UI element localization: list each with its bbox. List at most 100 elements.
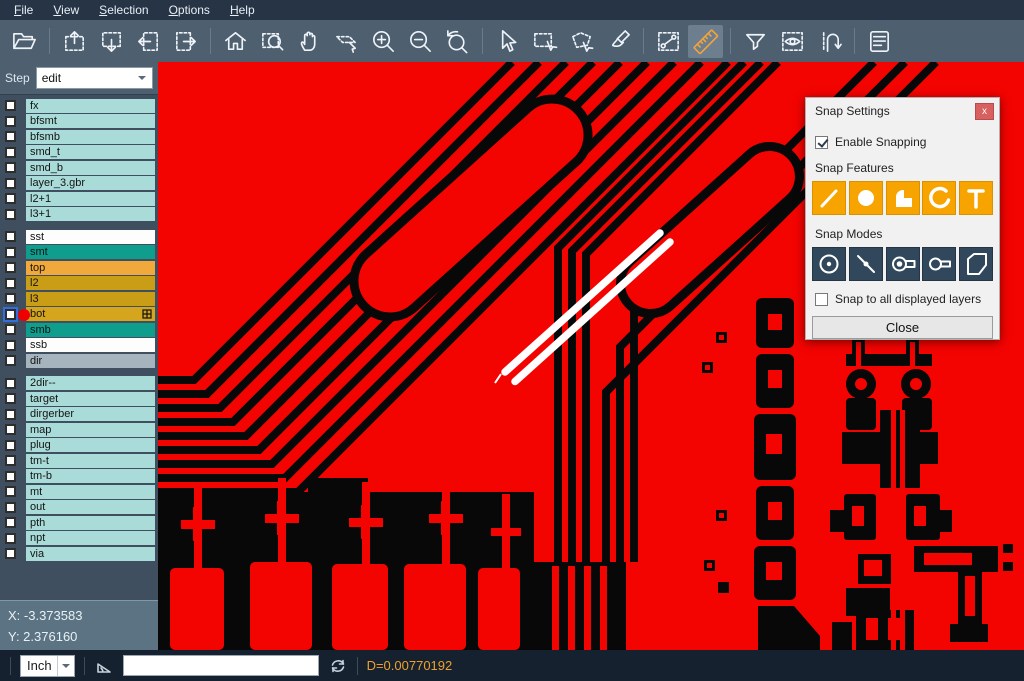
enable-snapping-checkbox[interactable]: [815, 136, 828, 149]
zoom-area-button[interactable]: [255, 25, 290, 58]
all-layers-checkbox[interactable]: [815, 293, 828, 306]
layer-row-bot[interactable]: bot: [0, 307, 158, 323]
layer-row-smd_b[interactable]: smd_b: [0, 160, 158, 176]
clean-brush-button[interactable]: [601, 25, 636, 58]
layer-name[interactable]: plug: [26, 438, 155, 452]
layer-name[interactable]: smd_t: [26, 145, 155, 159]
layer-visibility-checkbox[interactable]: [5, 517, 16, 528]
layer-name[interactable]: npt: [26, 531, 155, 545]
layer-name[interactable]: via: [26, 547, 155, 561]
menu-view[interactable]: View: [43, 1, 89, 19]
layer-row-l2[interactable]: l2: [0, 276, 158, 292]
snap-feature-text-button[interactable]: [959, 181, 993, 215]
layer-visibility-checkbox[interactable]: [5, 455, 16, 466]
step-select[interactable]: edit: [36, 67, 153, 89]
layer-name[interactable]: bot: [26, 307, 155, 321]
layer-visibility-checkbox[interactable]: [5, 533, 16, 544]
layer-row-smd_t[interactable]: smd_t: [0, 145, 158, 161]
layer-row-bfsmt[interactable]: bfsmt: [0, 114, 158, 130]
home-button[interactable]: [218, 25, 253, 58]
layer-visibility-checkbox[interactable]: [5, 393, 16, 404]
menu-selection[interactable]: Selection: [89, 1, 158, 19]
select-arrow-button[interactable]: [490, 25, 525, 58]
layer-row-out[interactable]: out: [0, 500, 158, 516]
layer-visibility-checkbox[interactable]: [5, 440, 16, 451]
layer-row-smt[interactable]: smt: [0, 245, 158, 261]
snap-mode-key-outline-button[interactable]: [922, 247, 956, 281]
layer-name[interactable]: layer_3.gbr: [26, 176, 155, 190]
layer-row-tm-t[interactable]: tm-t: [0, 453, 158, 469]
layer-row-top[interactable]: top: [0, 260, 158, 276]
layer-row-l3[interactable]: l3: [0, 291, 158, 307]
layer-visibility-checkbox[interactable]: [5, 116, 16, 127]
layer-visibility-checkbox[interactable]: [5, 309, 16, 320]
layer-name[interactable]: map: [26, 423, 155, 437]
snap-mode-vertex-button[interactable]: [959, 247, 993, 281]
pan-up-button[interactable]: [57, 25, 92, 58]
layer-row-target[interactable]: target: [0, 391, 158, 407]
layer-visibility-checkbox[interactable]: [5, 340, 16, 351]
layer-row-plug[interactable]: plug: [0, 438, 158, 454]
snap-feature-arc-button[interactable]: [922, 181, 956, 215]
menu-options[interactable]: Options: [159, 1, 220, 19]
layer-visibility-checkbox[interactable]: [5, 209, 16, 220]
snap-mode-midpoint-button[interactable]: [849, 247, 883, 281]
layer-name[interactable]: mt: [26, 485, 155, 499]
layer-visibility-checkbox[interactable]: [5, 293, 16, 304]
layer-row-tm-b[interactable]: tm-b: [0, 469, 158, 485]
layer-visibility-checkbox[interactable]: [5, 147, 16, 158]
layer-name[interactable]: bfsmt: [26, 114, 155, 128]
select-rect-button[interactable]: [527, 25, 562, 58]
pan-hand-button[interactable]: [292, 25, 327, 58]
layer-visibility-checkbox[interactable]: [5, 324, 16, 335]
layer-name[interactable]: l3+1: [26, 207, 155, 221]
layer-name[interactable]: tm-b: [26, 469, 155, 483]
layer-row-pth[interactable]: pth: [0, 515, 158, 531]
layer-name[interactable]: ssb: [26, 338, 155, 352]
select-polygon-button[interactable]: [564, 25, 599, 58]
ruler-button[interactable]: [688, 25, 723, 58]
layer-row-via[interactable]: via: [0, 546, 158, 562]
measure-input[interactable]: [123, 655, 319, 676]
layer-row-dir[interactable]: dir: [0, 353, 158, 369]
pan-right-button[interactable]: [168, 25, 203, 58]
layer-name[interactable]: pth: [26, 516, 155, 530]
layer-visibility-checkbox[interactable]: [5, 409, 16, 420]
layer-row-npt[interactable]: npt: [0, 531, 158, 547]
layer-name[interactable]: smt: [26, 245, 155, 259]
layer-visibility-checkbox[interactable]: [5, 131, 16, 142]
unit-select[interactable]: Inch: [20, 655, 75, 677]
snap-feature-line-button[interactable]: [812, 181, 846, 215]
layer-name[interactable]: sst: [26, 230, 155, 244]
measure-line-button[interactable]: [651, 25, 686, 58]
path-profile-button[interactable]: [812, 25, 847, 58]
layer-row-2dir--[interactable]: 2dir--: [0, 376, 158, 392]
layer-visibility-checkbox[interactable]: [5, 262, 16, 273]
snap-mode-key-filled-button[interactable]: [886, 247, 920, 281]
pan-down-button[interactable]: [94, 25, 129, 58]
layer-name[interactable]: target: [26, 392, 155, 406]
layer-name[interactable]: top: [26, 261, 155, 275]
layer-visibility-checkbox[interactable]: [5, 162, 16, 173]
menu-file[interactable]: File: [4, 1, 43, 19]
layer-row-sst[interactable]: sst: [0, 229, 158, 245]
layer-row-smb[interactable]: smb: [0, 322, 158, 338]
layer-name[interactable]: fx: [26, 99, 155, 113]
zoom-out-button[interactable]: [403, 25, 438, 58]
layer-row-bfsmb[interactable]: bfsmb: [0, 129, 158, 145]
report-button[interactable]: [862, 25, 897, 58]
layer-name[interactable]: out: [26, 500, 155, 514]
layer-row-map[interactable]: map: [0, 422, 158, 438]
open-folder-button[interactable]: [7, 25, 42, 58]
snap-mode-center-button[interactable]: [812, 247, 846, 281]
layer-name[interactable]: l2+1: [26, 192, 155, 206]
zoom-selection-button[interactable]: [329, 25, 364, 58]
snap-feature-surface-button[interactable]: [886, 181, 920, 215]
layer-row-fx[interactable]: fx: [0, 98, 158, 114]
layer-row-layer_3.gbr[interactable]: layer_3.gbr: [0, 176, 158, 192]
layer-name[interactable]: dir: [26, 354, 155, 368]
layer-visibility-checkbox[interactable]: [5, 502, 16, 513]
layer-visibility-checkbox[interactable]: [5, 278, 16, 289]
layer-visibility-checkbox[interactable]: [5, 471, 16, 482]
layer-name[interactable]: l2: [26, 276, 155, 290]
